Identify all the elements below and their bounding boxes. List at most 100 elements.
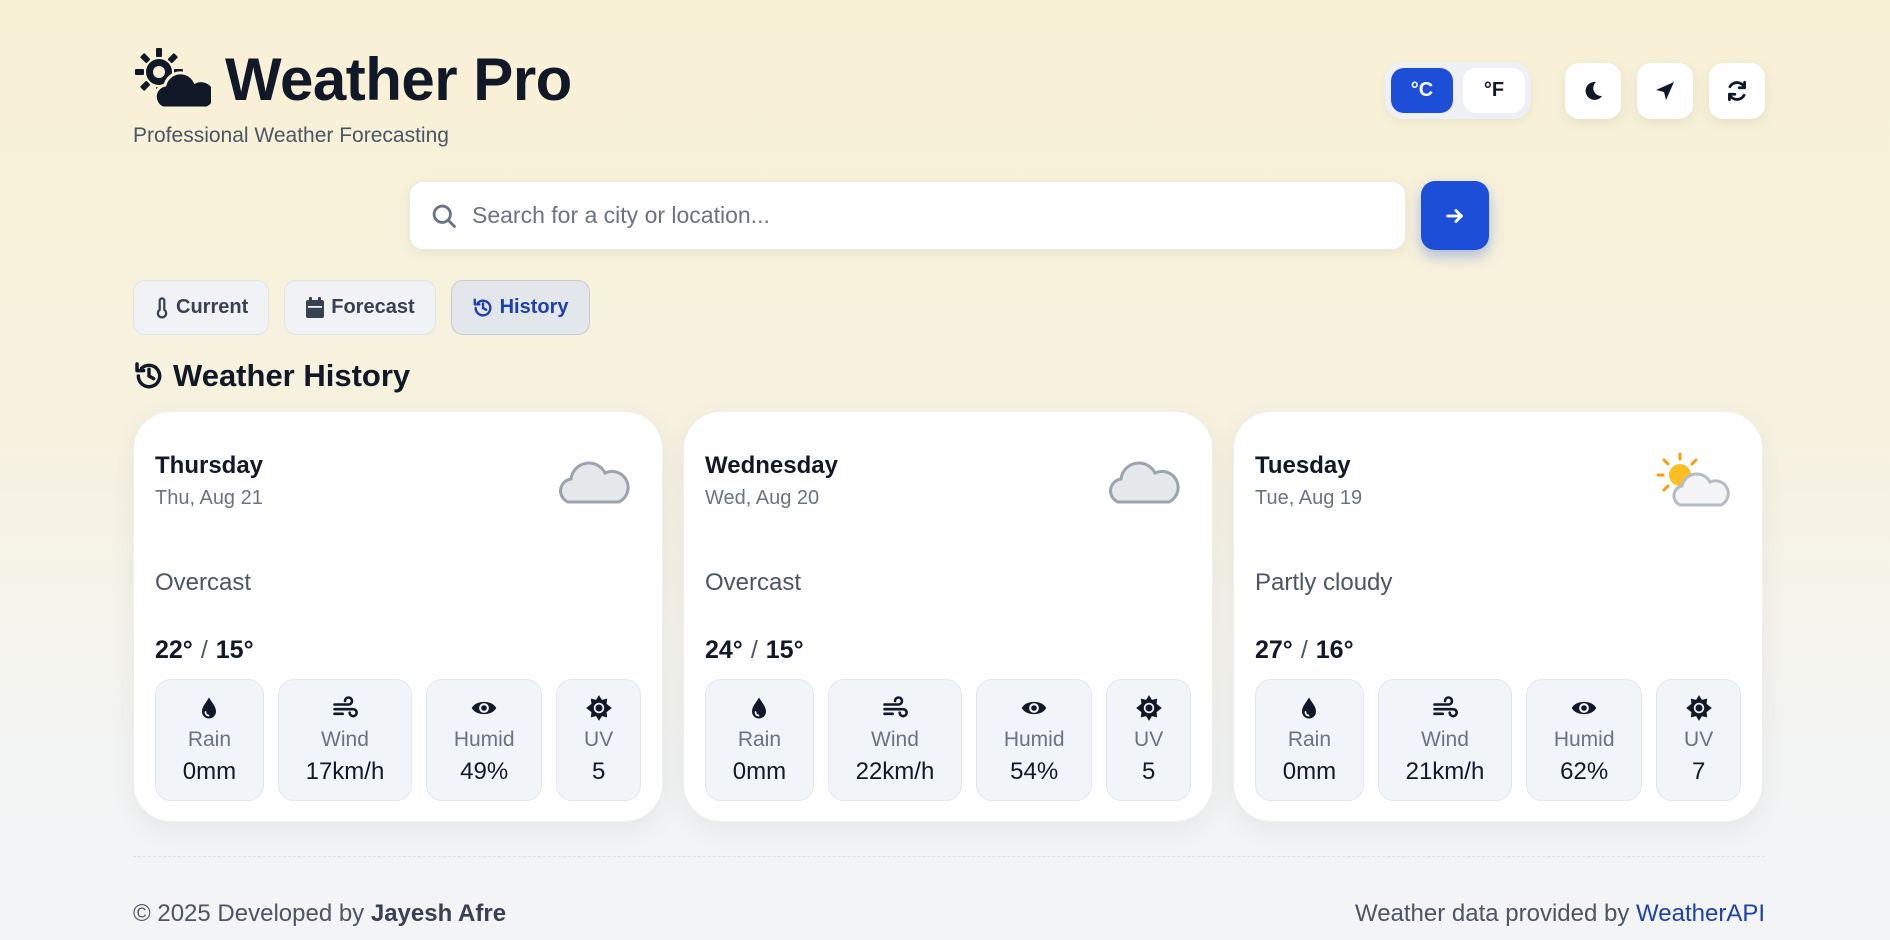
card-condition: Partly cloudy	[1255, 569, 1393, 596]
temp-separator: /	[200, 636, 208, 664]
search-submit-button[interactable]	[1421, 181, 1489, 250]
stat-wind: Wind 21km/h	[1377, 679, 1513, 801]
sun-icon	[585, 695, 612, 721]
temp-separator: /	[1300, 636, 1308, 664]
footer-copyright: © 2025 Developed by Jayesh Afre	[133, 900, 506, 928]
calendar-icon	[306, 296, 325, 318]
stat-label: UV	[584, 728, 614, 751]
stat-label: Rain	[187, 728, 232, 751]
history-icon	[473, 298, 492, 317]
card-date: Thu, Aug 21	[155, 487, 263, 509]
view-tabs: Current Forecast History	[133, 280, 590, 335]
thermometer-icon	[156, 296, 168, 318]
refresh-button[interactable]	[1709, 62, 1765, 119]
search-input[interactable]	[472, 202, 1405, 229]
history-icon	[135, 362, 162, 389]
stat-humidity: Humid 49%	[426, 679, 543, 801]
tab-history[interactable]: History	[450, 280, 590, 335]
stat-value: 5	[591, 758, 606, 785]
stat-label: UV	[1684, 728, 1714, 751]
stat-label: Wind	[1421, 728, 1469, 751]
card-condition: Overcast	[155, 569, 252, 596]
card-temperatures: 27°/16°	[1255, 636, 1354, 665]
stat-uv: UV 7	[1656, 679, 1741, 801]
wind-icon	[883, 696, 908, 718]
sun-icon	[1685, 695, 1712, 721]
unit-toggle: °C °F	[1385, 62, 1531, 119]
stat-label: Wind	[321, 728, 369, 751]
brand: Weather Pro	[133, 44, 572, 114]
app-title: Weather Pro	[225, 45, 572, 113]
stat-rain: Rain 0mm	[705, 679, 814, 801]
search-bar	[409, 181, 1406, 250]
stat-humidity: Humid 54%	[976, 679, 1093, 801]
card-low-temp: 16°	[1315, 636, 1354, 664]
moon-icon	[1585, 81, 1602, 100]
stat-value: 54%	[1010, 758, 1059, 785]
card-date: Wed, Aug 20	[705, 487, 820, 509]
history-cards: Thursday Thu, Aug 21 Overcast 22°/15° Ra…	[133, 411, 1763, 822]
section-heading: Weather History	[133, 358, 410, 394]
stat-label: Rain	[1287, 728, 1332, 751]
tab-forecast[interactable]: Forecast	[284, 280, 436, 335]
stat-humidity: Humid 62%	[1526, 679, 1643, 801]
dark-mode-button[interactable]	[1565, 62, 1621, 119]
droplet-icon	[1302, 697, 1317, 719]
sun-cloud-logo-icon	[135, 48, 211, 110]
card-temperatures: 22°/15°	[155, 636, 254, 665]
stat-value: 0mm	[1282, 758, 1337, 785]
stat-label: Wind	[871, 728, 919, 751]
cloud-icon	[1109, 461, 1180, 504]
app-subtitle: Professional Weather Forecasting	[133, 124, 449, 147]
stat-value: 21km/h	[1405, 758, 1485, 785]
location-button[interactable]	[1637, 62, 1693, 119]
partly-cloudy-icon	[1656, 452, 1730, 507]
droplet-icon	[202, 697, 217, 719]
card-stats: Rain 0mm Wind 22km/h Humid 54% UV 5	[705, 679, 1191, 801]
wind-icon	[1433, 696, 1458, 718]
stat-value: 22km/h	[855, 758, 935, 785]
card-day: Thursday	[155, 452, 264, 479]
stat-uv: UV 5	[556, 679, 641, 801]
weatherapi-link[interactable]: WeatherAPI	[1636, 900, 1765, 927]
history-card: Thursday Thu, Aug 21 Overcast 22°/15° Ra…	[133, 411, 663, 822]
card-condition: Overcast	[705, 569, 802, 596]
card-low-temp: 15°	[765, 636, 804, 664]
sun-icon	[1135, 695, 1162, 721]
stat-wind: Wind 17km/h	[277, 679, 413, 801]
footer-attribution: Weather data provided by WeatherAPI	[1355, 900, 1765, 928]
stat-label: Humid	[1003, 728, 1065, 751]
refresh-icon	[1728, 80, 1746, 101]
app-container: Weather Pro Professional Weather Forecas…	[133, 0, 1765, 940]
stat-label: Rain	[737, 728, 782, 751]
stat-value: 17km/h	[305, 758, 385, 785]
stat-value: 0mm	[182, 758, 237, 785]
author-name: Jayesh Afre	[370, 900, 507, 927]
card-high-temp: 22°	[155, 636, 193, 664]
stat-value: 0mm	[732, 758, 787, 785]
stat-label: Humid	[1553, 728, 1615, 751]
card-day: Tuesday	[1255, 452, 1351, 479]
cloud-icon	[559, 461, 630, 504]
stat-wind: Wind 22km/h	[827, 679, 963, 801]
eye-icon	[1021, 701, 1047, 715]
tab-current[interactable]: Current	[133, 280, 270, 335]
card-temperatures: 24°/15°	[705, 636, 804, 665]
celsius-button[interactable]: °C	[1391, 68, 1453, 113]
card-high-temp: 24°	[705, 636, 743, 664]
fahrenheit-button[interactable]: °F	[1463, 68, 1525, 113]
stat-value: 7	[1691, 758, 1706, 785]
card-stats: Rain 0mm Wind 21km/h Humid 62% UV 7	[1255, 679, 1741, 801]
eye-icon	[1571, 701, 1597, 715]
droplet-icon	[752, 697, 767, 719]
history-card: Wednesday Wed, Aug 20 Overcast 24°/15° R…	[683, 411, 1213, 822]
card-date: Tue, Aug 19	[1255, 487, 1363, 509]
stat-rain: Rain 0mm	[1255, 679, 1364, 801]
copyright-text: © 2025 Developed by	[133, 900, 365, 927]
card-low-temp: 15°	[215, 636, 254, 664]
tab-history-label: History	[499, 296, 569, 318]
stat-value: 62%	[1560, 758, 1609, 785]
card-high-temp: 27°	[1255, 636, 1293, 664]
stat-value: 5	[1141, 758, 1156, 785]
search-icon	[432, 204, 456, 228]
